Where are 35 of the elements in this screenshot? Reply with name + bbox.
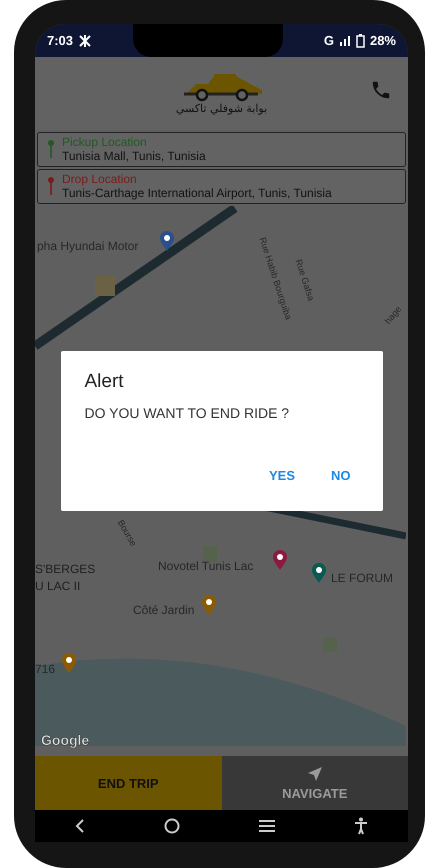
end-trip-button[interactable]: END TRIP [35, 756, 222, 810]
location-card[interactable]: Drop Location Tunis-Carthage International Airport, Tunis, Tunisia [37, 169, 406, 204]
dialog-button[interactable]: NO [323, 462, 358, 489]
dialog-button[interactable]: YES [260, 462, 303, 489]
location-label: Pickup Location [62, 135, 148, 149]
map-label: pha Hyundai Motor [37, 239, 138, 253]
location-address: Tunis-Carthage International Airport, Tunis, Tunisia [62, 186, 332, 200]
battery-level: 28% [370, 33, 396, 48]
navigate-button[interactable]: NAVIGATE [222, 756, 408, 810]
map-label: S'BERGES [35, 562, 96, 576]
battery-icon [356, 34, 365, 48]
map-label: Novotel Tunis Lac [158, 559, 254, 573]
navigation-arrow-icon [306, 766, 323, 782]
status-time: 7:03 [47, 33, 74, 48]
fan-icon [78, 34, 92, 48]
accessibility-icon[interactable] [354, 817, 368, 835]
logo-text: بوابة شوفلي تاكسي [176, 102, 268, 115]
map-label: 716 [35, 662, 56, 676]
location-address: Tunisia Mall, Tunis, Tunisia [62, 149, 206, 163]
map-label: Côté Jardin [133, 603, 194, 617]
menu-icon[interactable] [259, 819, 276, 833]
map-label: U LAC II [35, 579, 80, 593]
signal-icon [338, 34, 351, 46]
location-label: Drop Location [62, 172, 138, 186]
map-attribution: Google [41, 732, 90, 748]
map-label: LE FORUM [331, 571, 394, 585]
location-card[interactable]: Pickup Location Tunisia Mall, Tunis, Tunisia [37, 132, 406, 167]
dialog-title: Alert [84, 371, 125, 393]
network-type: G [324, 33, 334, 48]
building-shape [95, 276, 115, 296]
dialog-message: DO YOU WANT TO END RIDE ? [84, 405, 290, 421]
home-icon[interactable] [164, 818, 180, 834]
map-label: Rue Gafsa [294, 258, 316, 302]
phone-icon[interactable] [370, 79, 392, 101]
back-icon[interactable] [74, 818, 85, 834]
